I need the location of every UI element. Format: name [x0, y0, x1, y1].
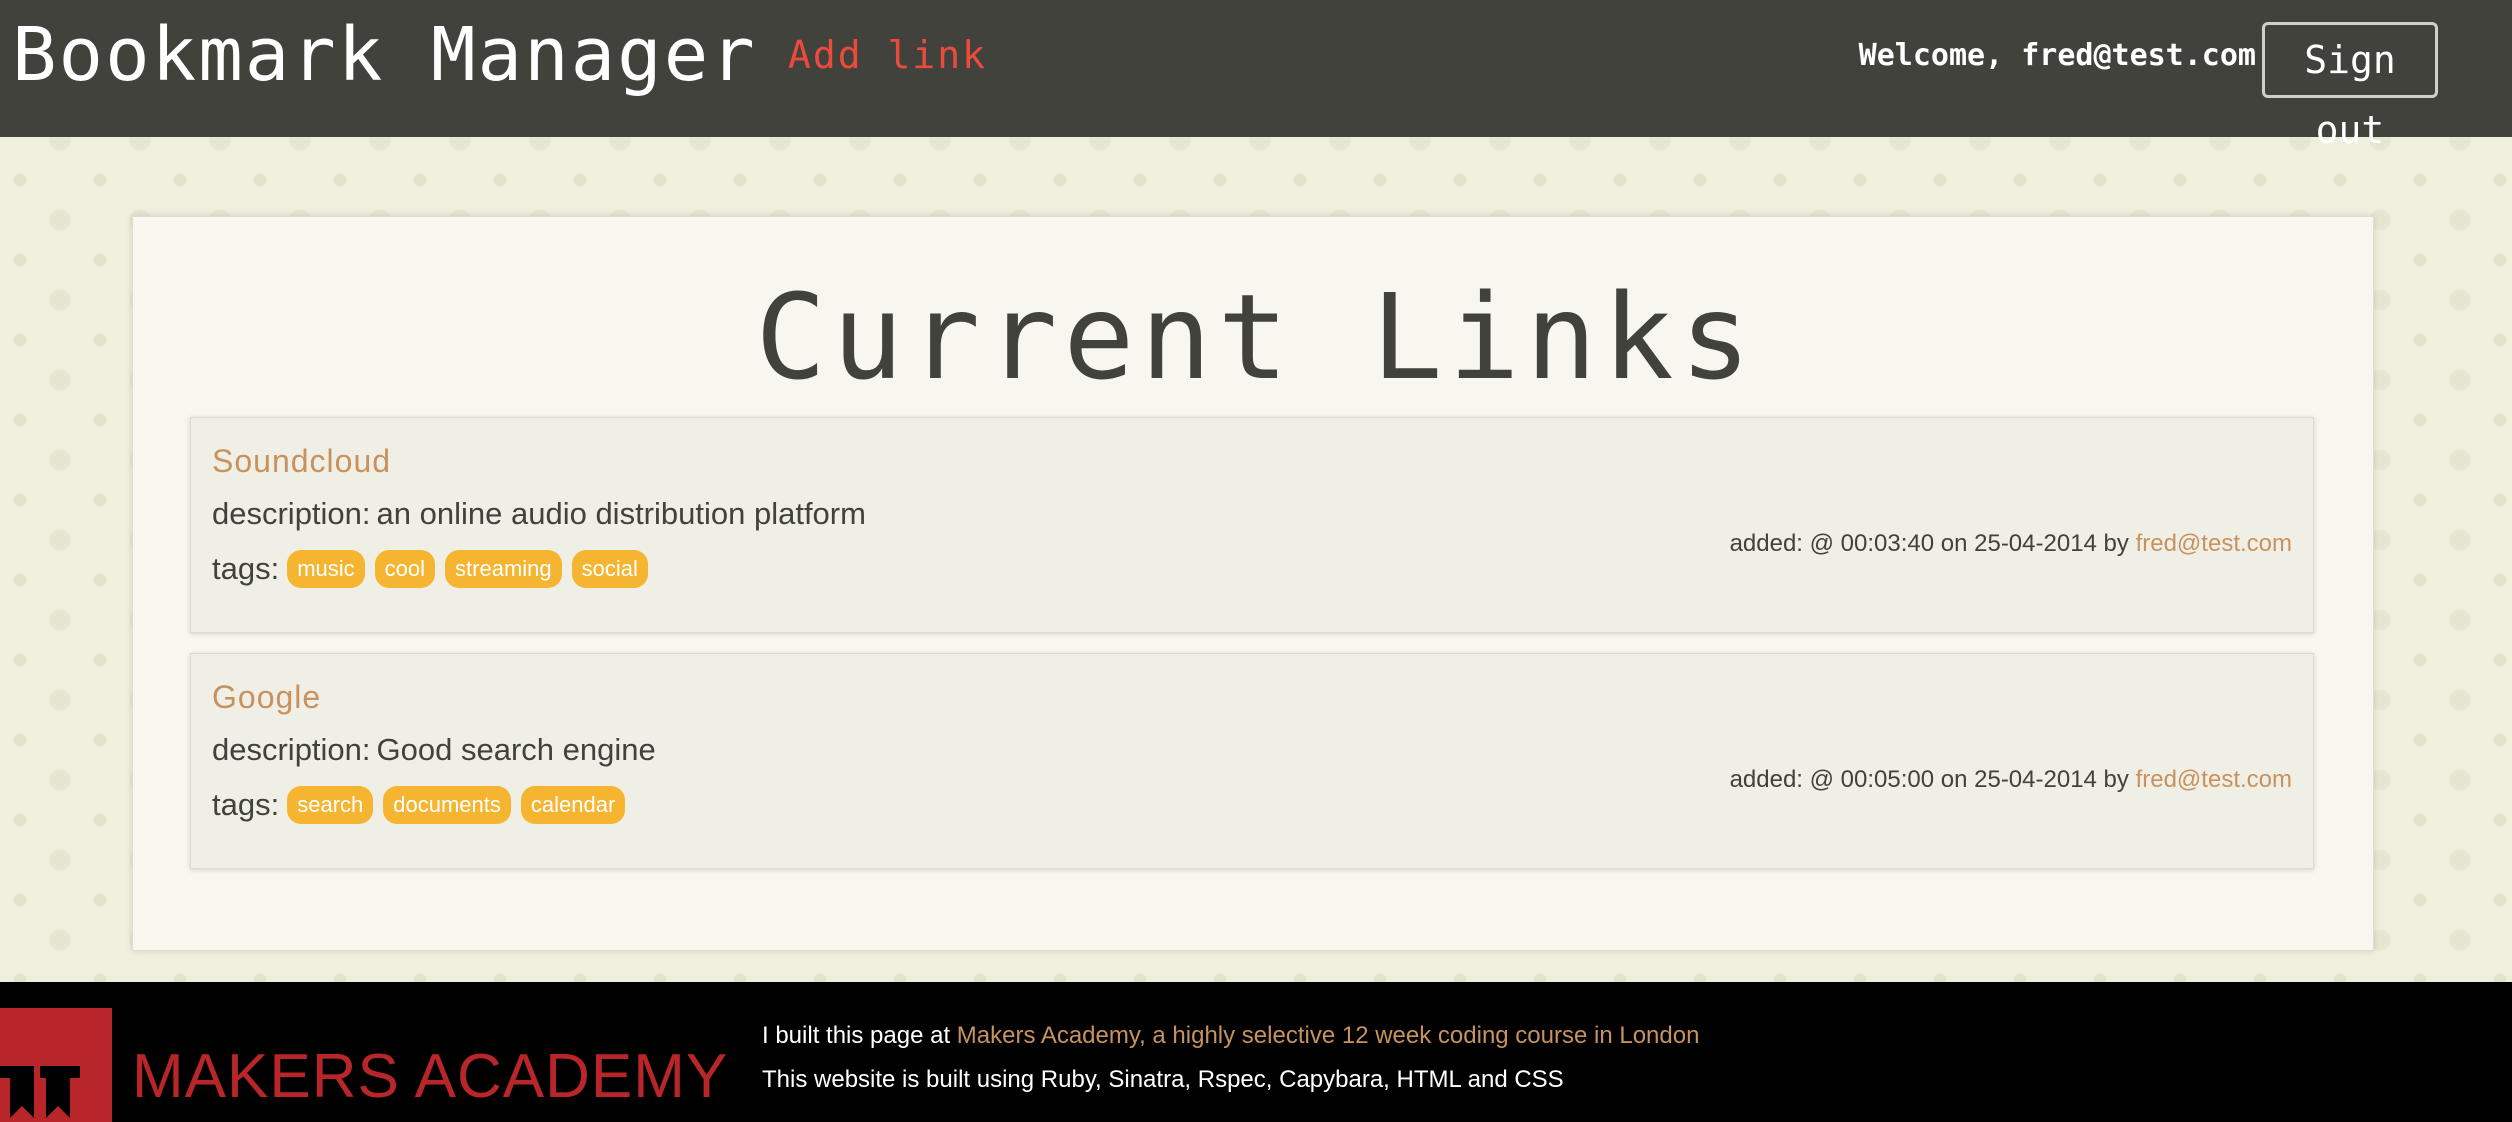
- link-title[interactable]: Soundcloud: [212, 440, 391, 482]
- added-text: added: @ 00:03:40 on 25-04-2014 by: [1729, 530, 2129, 557]
- footer-line-2: This website is built using Ruby, Sinatr…: [762, 1066, 1564, 1093]
- makers-academy-link[interactable]: Makers Academy, a highly selective 12 we…: [957, 1022, 1700, 1049]
- link-card-soundcloud: Soundcloud description: an online audio d…: [190, 417, 2314, 633]
- link-meta: added: @ 00:05:00 on 25-04-2014 by fred@…: [1730, 765, 2292, 795]
- tag-badge[interactable]: calendar: [520, 786, 626, 824]
- footer-bar: MAKERS ACADEMY I built this page at Make…: [0, 982, 2512, 1122]
- header-bar: Bookmark Manager Add link Welcome, fred@…: [0, 0, 2512, 152]
- description-text: an online audio distribution platform: [376, 496, 866, 531]
- added-by-link[interactable]: fred@test.com: [2136, 766, 2292, 793]
- description-label: description:: [212, 496, 371, 531]
- tag-badge[interactable]: cool: [374, 550, 436, 588]
- link-card-google: Google description: Good search engine ta…: [190, 653, 2314, 869]
- link-title[interactable]: Google: [212, 676, 321, 718]
- tags-label: tags:: [212, 551, 280, 586]
- footer-line-1: I built this page at Makers Academy, a h…: [762, 1020, 1699, 1052]
- added-by-link[interactable]: fred@test.com: [2136, 530, 2292, 557]
- tags-label: tags:: [212, 787, 280, 822]
- description-label: description:: [212, 732, 371, 767]
- footer-prefix: I built this page at: [762, 1022, 951, 1049]
- tag-badge[interactable]: social: [571, 550, 648, 588]
- add-link-button[interactable]: Add link: [788, 30, 987, 80]
- page-title: Current Links: [755, 268, 1757, 406]
- welcome-text: Welcome, fred@test.com: [1858, 38, 2256, 73]
- link-description: description: an online audio distribution…: [212, 493, 866, 535]
- added-text: added: @ 00:05:00 on 25-04-2014 by: [1729, 766, 2129, 793]
- link-meta: added: @ 00:03:40 on 25-04-2014 by fred@…: [1730, 529, 2292, 559]
- link-tags: tags: music cool streaming social: [212, 546, 658, 592]
- brand-name: MAKERS ACADEMY: [132, 1042, 729, 1111]
- description-text: Good search engine: [376, 732, 656, 767]
- tag-badge[interactable]: documents: [383, 786, 511, 824]
- tag-badge[interactable]: streaming: [445, 550, 562, 588]
- tag-badge[interactable]: music: [287, 550, 365, 588]
- makers-academy-logo-icon: [0, 1008, 112, 1122]
- bookmark-glyph-icon: [0, 1066, 80, 1118]
- link-description: description: Good search engine: [212, 729, 656, 771]
- tag-badge[interactable]: search: [287, 786, 374, 824]
- app-title[interactable]: Bookmark Manager: [12, 10, 757, 100]
- sign-out-button[interactable]: Sign out: [2262, 22, 2438, 152]
- link-tags: tags: search documents calendar: [212, 782, 635, 828]
